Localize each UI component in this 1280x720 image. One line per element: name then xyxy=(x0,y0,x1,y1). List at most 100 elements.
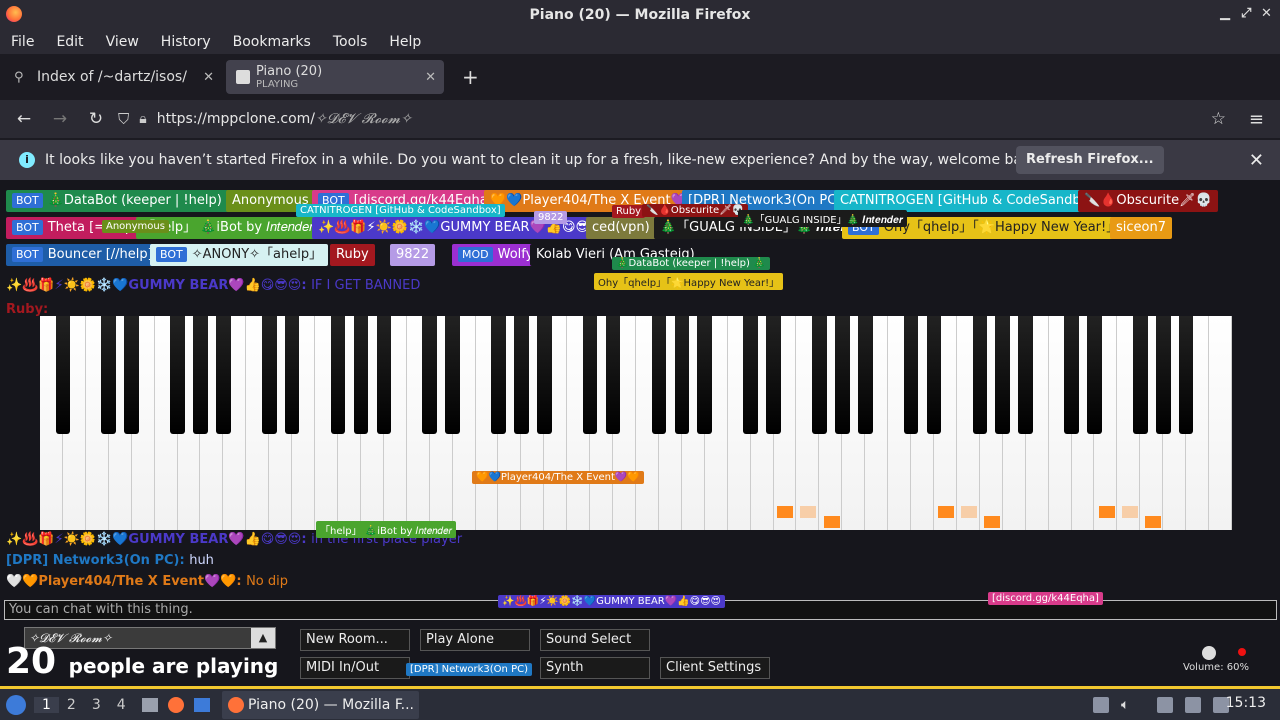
piano-black-key[interactable] xyxy=(651,316,667,434)
piano-black-key[interactable] xyxy=(330,316,346,434)
hamburger-menu-icon[interactable]: ≡ xyxy=(1249,109,1264,130)
piano-keyboard[interactable] xyxy=(40,316,1232,530)
piano-black-key[interactable] xyxy=(766,316,781,434)
user-chip[interactable]: CATNITROGEN [GitHub & CodeSandbox] xyxy=(834,190,1107,212)
refresh-firefox-button[interactable]: Refresh Firefox... xyxy=(1016,146,1164,174)
piano-black-key[interactable] xyxy=(1018,316,1033,434)
reload-icon[interactable]: ↻ xyxy=(78,109,114,129)
user-chip[interactable]: MOD Wolfy xyxy=(452,244,540,266)
piano-black-key[interactable] xyxy=(1064,316,1079,434)
piano-black-key[interactable] xyxy=(284,316,300,434)
tab-index-isos[interactable]: ⚲ Index of /~dartz/isos/ ✕ xyxy=(4,60,222,94)
play-alone-button[interactable]: Play Alone xyxy=(420,629,530,651)
piano-black-key[interactable] xyxy=(124,316,139,434)
url-field[interactable]: ⛉ 🔒︎ https://mppclone.com/✧𝓓𝓔𝓥 𝓡𝓸𝓸𝓶✧ ☆ xyxy=(118,104,1240,134)
piano-black-key[interactable] xyxy=(1155,316,1171,434)
new-tab-icon[interactable]: + xyxy=(462,65,479,89)
terminal-icon[interactable] xyxy=(193,697,210,712)
piano-black-key[interactable] xyxy=(445,316,460,434)
close-tab-icon[interactable]: ✕ xyxy=(425,70,436,85)
piano-black-key[interactable] xyxy=(972,316,988,434)
synth-button[interactable]: Synth xyxy=(540,657,650,679)
piano-black-key[interactable] xyxy=(261,316,277,434)
piano-black-key[interactable] xyxy=(55,316,71,434)
key-press-marker xyxy=(824,516,840,528)
piano-black-key[interactable] xyxy=(1087,316,1102,434)
close-tab-icon[interactable]: ✕ xyxy=(203,70,214,85)
minimize-icon[interactable]: ▁ xyxy=(1220,6,1230,21)
close-window-icon[interactable]: ✕ xyxy=(1261,6,1272,21)
display-icon[interactable] xyxy=(1185,697,1201,713)
close-notification-icon[interactable]: ✕ xyxy=(1249,150,1264,171)
piano-black-key[interactable] xyxy=(995,316,1011,434)
tray-up-icon[interactable] xyxy=(1093,697,1109,713)
user-chip[interactable]: 🔪🩸Obscurite🗡💀 xyxy=(1078,190,1218,212)
chat-author: [DPR] Network3(On PC): xyxy=(6,553,190,568)
piano-black-key[interactable] xyxy=(514,316,529,434)
volume-knob[interactable] xyxy=(1202,646,1216,660)
new-room-button[interactable]: New Room... xyxy=(300,629,410,651)
menu-bookmarks[interactable]: Bookmarks xyxy=(222,34,322,50)
piano-black-key[interactable] xyxy=(697,316,713,434)
workspace-2[interactable]: 2 xyxy=(59,697,84,713)
workspace-1[interactable]: 1 xyxy=(34,696,59,713)
piano-black-key[interactable] xyxy=(857,316,873,434)
menu-view[interactable]: View xyxy=(95,34,150,50)
piano-black-key[interactable] xyxy=(926,316,942,434)
user-chip[interactable]: BOT ✧ANONY✧「ahelp」 xyxy=(150,244,329,266)
menu-edit[interactable]: Edit xyxy=(45,34,94,50)
url-text: https://mppclone.com/✧𝓓𝓔𝓥 𝓡𝓸𝓸𝓶✧ xyxy=(156,111,412,127)
user-tag-badge: BOT xyxy=(156,247,187,262)
midi-in-out-button[interactable]: MIDI In/Out xyxy=(300,657,410,679)
user-name: Ruby xyxy=(336,247,369,262)
user-chip[interactable]: 9822 xyxy=(390,244,436,266)
user-chip[interactable]: siceon7 xyxy=(1110,217,1172,239)
menu-history[interactable]: History xyxy=(150,34,222,50)
piano-black-key[interactable] xyxy=(582,316,598,434)
piano-black-key[interactable] xyxy=(1132,316,1148,434)
piano-black-key[interactable] xyxy=(101,316,117,434)
piano-black-key[interactable] xyxy=(422,316,437,434)
piano-black-key[interactable] xyxy=(903,316,919,434)
piano-black-key[interactable] xyxy=(353,316,369,434)
piano-black-key[interactable] xyxy=(834,316,850,434)
menu-file[interactable]: File xyxy=(0,34,45,50)
maximize-icon[interactable]: ⤢ xyxy=(1241,6,1251,21)
taskbar-firefox-window[interactable]: Piano (20) — Mozilla F... xyxy=(222,691,419,719)
sound-select-button[interactable]: Sound Select xyxy=(540,629,650,651)
info-icon: i xyxy=(19,152,35,168)
piano-black-key[interactable] xyxy=(812,316,827,434)
piano-black-key[interactable] xyxy=(536,316,552,434)
user-chip[interactable]: ced(vpn) xyxy=(586,217,656,239)
tab-piano[interactable]: Piano (20) PLAYING ✕ xyxy=(226,60,444,94)
user-chip[interactable]: Ruby xyxy=(330,244,375,266)
file-manager-icon[interactable] xyxy=(141,697,158,712)
piano-black-key[interactable] xyxy=(743,316,758,434)
menu-help[interactable]: Help xyxy=(378,34,432,50)
client-settings-button[interactable]: Client Settings xyxy=(660,657,770,679)
piano-black-key[interactable] xyxy=(674,316,690,434)
piano-black-key[interactable] xyxy=(491,316,506,434)
user-tag-badge: BOT xyxy=(12,220,43,235)
user-chip[interactable]: BOT 🎄DataBot (keeper | !help) 🎄 xyxy=(6,190,249,212)
clipboard-icon[interactable] xyxy=(1157,697,1173,713)
back-icon[interactable]: ← xyxy=(6,109,42,129)
piano-black-key[interactable] xyxy=(605,316,621,434)
workspace-3[interactable]: 3 xyxy=(84,697,109,713)
piano-black-key[interactable] xyxy=(376,316,392,434)
piano-black-key[interactable] xyxy=(216,316,231,434)
volume-icon[interactable]: 🔈︎ xyxy=(1121,697,1137,713)
menu-tools[interactable]: Tools xyxy=(322,34,379,50)
user-name: Wolfy xyxy=(497,247,534,262)
bookmark-star-icon[interactable]: ☆ xyxy=(1211,109,1226,129)
piano-black-key[interactable] xyxy=(193,316,208,434)
piano-white-key[interactable] xyxy=(1209,316,1232,530)
piano-black-key[interactable] xyxy=(170,316,185,434)
notification-text: It looks like you haven’t started Firefo… xyxy=(45,152,1044,168)
piano-black-key[interactable] xyxy=(1178,316,1194,434)
start-menu-icon[interactable] xyxy=(6,694,26,715)
user-chip[interactable]: BOT Bouncer [//help] xyxy=(6,244,159,266)
forward-icon[interactable]: → xyxy=(42,109,78,129)
workspace-4[interactable]: 4 xyxy=(109,697,134,713)
firefox-launcher-icon[interactable] xyxy=(167,696,184,713)
